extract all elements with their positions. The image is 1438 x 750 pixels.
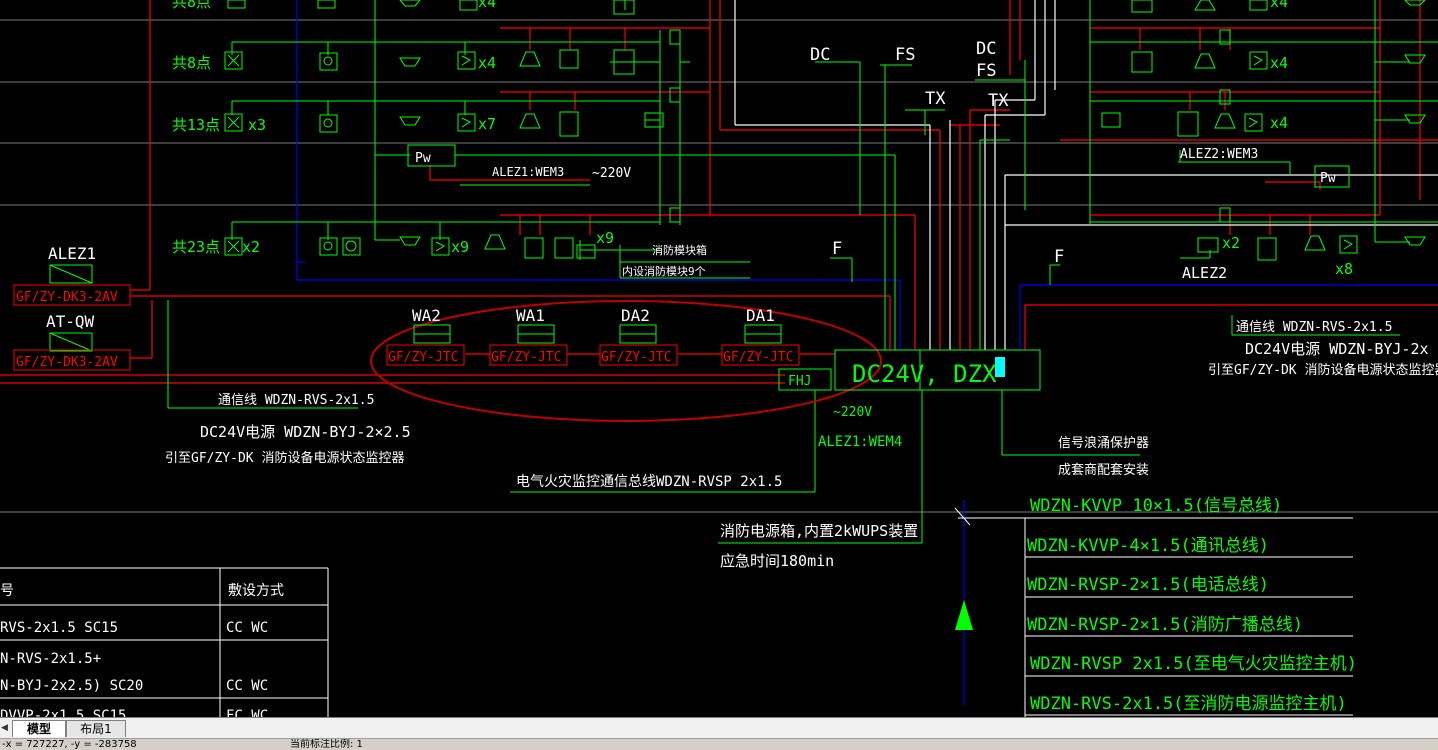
annotation-scale: 当前标注比例: 1 <box>290 739 363 750</box>
fire-module-inner: 内设消防模块9个 <box>622 264 706 278</box>
mult-r-x4a: x4 <box>1270 0 1288 11</box>
lead-to-left: 引至GF/ZY-DK 消防设备电源状态监控器 <box>165 450 404 466</box>
cursor-coordinates: -x = 727227, -y = -283758 <box>2 739 137 750</box>
tab-scroll-left-icon[interactable]: ◀ <box>1 721 11 735</box>
da2-label: DA2 <box>621 306 650 325</box>
elec-fire-bus: 电气火灾监控通信总线WDZN-RVSP 2x1.5 <box>516 473 782 490</box>
table-header-1: 号 <box>0 583 14 599</box>
table-row-3-c1: DVVP-2x1.5 SC15 <box>0 708 126 717</box>
alez2-wem3: ALEZ2:WEM3 <box>1180 147 1258 162</box>
mult-x4a: x4 <box>478 0 496 11</box>
comm-line-right: 通信线 WDZN-RVS-2x1.5 <box>1236 320 1392 335</box>
gf-jt-wa1: GF/ZY-JTC <box>491 350 561 365</box>
riser-tx2: TX <box>988 91 1009 111</box>
lead-to-right: 引至GF/ZY-DK 消防设备电源状态监控器 <box>1208 362 1438 378</box>
at-qw-label: AT-QW <box>46 312 95 331</box>
riser-labels: DC FS DC FS TX TX F F <box>810 39 1064 267</box>
legend-4: WDZN-RVSP 2x1.5(至电气火灾监控主机) <box>1030 654 1357 674</box>
da1-label: DA1 <box>746 306 775 325</box>
gf-jt-wa2: GF/ZY-JTC <box>388 350 458 365</box>
wa2-label: WA2 <box>412 306 441 325</box>
riser-fs1: FS <box>895 45 915 65</box>
tab-layout1[interactable]: 布局1 <box>66 720 126 737</box>
gf-jt-da1: GF/ZY-JTC <box>723 350 793 365</box>
dc24v-box-label: DC24V, DZX <box>852 360 997 388</box>
alez1-wem4: ALEZ1:WEM4 <box>818 434 902 450</box>
comm-line-left: 通信线 WDZN-RVS-2x1.5 <box>218 393 374 408</box>
riser-tx1: TX <box>925 89 946 109</box>
mult-x9b: x9 <box>596 229 614 247</box>
fire-module-box: 消防模块箱 <box>652 243 707 257</box>
mult-x2: x2 <box>242 238 260 256</box>
table-row-3-c2: FC WC <box>226 708 268 717</box>
table-row-2-c2: CC WC <box>226 678 268 694</box>
dc24v-power-left: DC24V电源 WDZN-BYJ-2×2.5 <box>200 423 411 441</box>
legend-1: WDZN-KVVP-4×1.5(通讯总线) <box>1027 536 1269 556</box>
mult-x3: x3 <box>248 116 266 134</box>
riser-f1: F <box>832 239 842 259</box>
mult-x4b: x4 <box>478 54 496 72</box>
alez1-wem3: ALEZ1:WEM3 <box>492 165 564 179</box>
floor-label-2: 共13点 <box>172 116 220 134</box>
legend-0: WDZN-KVVP 10×1.5(信号总线) <box>1030 496 1282 516</box>
riser-fs2: FS <box>976 61 996 81</box>
table-header-2: 敷设方式 <box>228 583 284 599</box>
ups-box: 消防电源箱,内置2kWUPS装置 <box>720 522 918 540</box>
pw-label: Pw <box>415 151 431 166</box>
mult-x7: x7 <box>478 115 496 133</box>
mult-r-x4c: x4 <box>1270 114 1288 132</box>
pw-label-right: Pw <box>1320 171 1336 186</box>
fhj-label: FHJ <box>788 374 811 389</box>
dc24v-power-right: DC24V电源 WDZN-BYJ-2x <box>1245 340 1429 358</box>
north-arrow-icon <box>955 600 973 630</box>
signal-protector: 信号浪涌保护器 <box>1058 436 1149 451</box>
floor-label-3: 共23点 <box>172 238 220 256</box>
alez2-label: ALEZ2 <box>1182 264 1227 282</box>
gf-dk3-a: GF/ZY-DK3-2AV <box>16 290 118 305</box>
riser-dc1: DC <box>810 45 830 65</box>
drawing-canvas[interactable]: 共8点 共8点 共13点 共23点 x3 x2 x4 x4 x7 x9 x9 x… <box>0 0 1438 717</box>
layout-tab-bar: ◀ 模型 布局1 <box>0 717 1438 738</box>
cursor-marker <box>995 357 1005 377</box>
alez1-label: ALEZ1 <box>48 244 96 263</box>
status-bar: -x = 727227, -y = -283758 当前标注比例: 1 <box>0 738 1438 750</box>
v220-a: ~220V <box>592 166 631 181</box>
legend-5: WDZN-RVS-2x1.5(至消防电源监控主机) <box>1030 694 1347 714</box>
v220-b: ~220V <box>833 405 872 420</box>
tab-model[interactable]: 模型 <box>12 720 66 737</box>
gf-jt-da2: GF/ZY-JTC <box>601 350 671 365</box>
table-row-2-c1: N-BYJ-2x2.5) SC20 <box>0 678 143 694</box>
table-row-0-c2: CC WC <box>226 620 268 636</box>
gf-dk3-b: GF/ZY-DK3-2AV <box>16 355 118 370</box>
floor-label-0: 共8点 <box>172 0 211 11</box>
red-wiring-lines <box>0 0 1438 384</box>
wa1-label: WA1 <box>516 306 545 325</box>
emergency-time: 应急时间180min <box>720 552 834 570</box>
mult-r-x4b: x4 <box>1270 54 1288 72</box>
floor-label-1: 共8点 <box>172 54 211 72</box>
mult-r-x2: x2 <box>1222 234 1240 252</box>
legend-2: WDZN-RVSP-2×1.5(电话总线) <box>1027 575 1269 595</box>
legend-3: WDZN-RVSP-2×1.5(消防广播总线) <box>1027 615 1303 635</box>
table-row-0-c1: RVS-2x1.5 SC15 <box>0 620 118 636</box>
mult-x9a: x9 <box>451 238 469 256</box>
riser-dc2: DC <box>976 39 996 59</box>
factory-install: 成套商配套安装 <box>1058 462 1149 478</box>
table-row-1-c1: N-RVS-2x1.5+ <box>0 651 101 667</box>
mult-r-x8: x8 <box>1335 260 1353 278</box>
riser-f2: F <box>1054 247 1064 267</box>
